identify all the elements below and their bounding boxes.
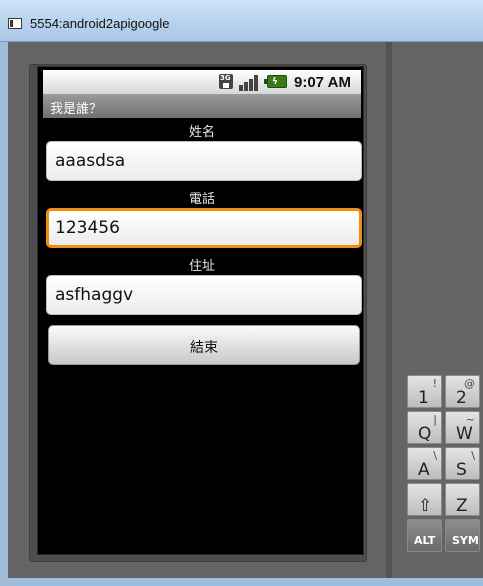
key-a-sublabel: \ (433, 449, 437, 462)
status-time: 9:07 AM (294, 74, 351, 91)
network-type-label: 3G (220, 74, 231, 82)
window-titlebar: 5554:android2apigoogle (0, 0, 483, 42)
window-frame-left (0, 42, 8, 586)
key-q-label: Q (418, 424, 432, 444)
key-s[interactable]: S \ (445, 447, 480, 480)
key-w-label: W (456, 424, 473, 444)
key-alt[interactable]: ALT (407, 519, 442, 552)
key-q-sublabel: | (433, 413, 437, 426)
emulator-divider (386, 42, 392, 578)
key-2-label: 2 (456, 388, 467, 408)
key-sym[interactable]: SYM (445, 519, 480, 552)
device-screen[interactable]: 3G ϟ 9:07 AM 我是誰？ 姓名 aaasdsa 電話 123456 住… (37, 66, 364, 555)
key-s-label: S (456, 460, 467, 480)
phone-input[interactable]: 123456 (46, 208, 362, 248)
window-icon (8, 18, 22, 29)
key-s-sublabel: \ (471, 449, 475, 462)
key-alt-label: ALT (414, 534, 436, 547)
data-activity-icon (223, 83, 229, 88)
key-z-label: Z (456, 496, 468, 516)
window-frame-bottom (0, 578, 483, 586)
network-3g-icon: 3G (219, 74, 233, 89)
key-2[interactable]: 2 @ (445, 375, 480, 408)
key-2-sublabel: @ (464, 377, 475, 390)
phone-label: 電話 (188, 192, 215, 207)
address-label: 住址 (188, 259, 215, 274)
signal-strength-icon (239, 73, 261, 91)
key-a-label: A (418, 460, 430, 480)
name-input[interactable]: aaasdsa (46, 141, 362, 181)
key-1-label: 1 (418, 388, 429, 408)
key-a[interactable]: A \ (407, 447, 442, 480)
status-bar: 3G ϟ 9:07 AM (43, 70, 361, 94)
key-1[interactable]: 1 ! (407, 375, 442, 408)
window-title: 5554:android2apigoogle (30, 16, 170, 31)
address-input[interactable]: asfhaggv (46, 275, 362, 315)
key-shift[interactable]: ⇧ (407, 483, 442, 516)
hardware-keyboard: 1 ! 2 @ Q | W ~ A \ S \ ⇧ Z ALT SYM (407, 375, 483, 555)
finish-button[interactable]: 結束 (48, 325, 360, 365)
key-sym-label: SYM (452, 534, 479, 547)
app-title-bar: 我是誰？ (43, 94, 361, 118)
name-label: 姓名 (188, 125, 215, 140)
emulator-body: 3G ϟ 9:07 AM 我是誰？ 姓名 aaasdsa 電話 123456 住… (8, 42, 483, 578)
app-title: 我是誰？ (50, 102, 103, 117)
shift-icon: ⇧ (418, 496, 433, 516)
key-q[interactable]: Q | (407, 411, 442, 444)
key-1-sublabel: ! (432, 377, 437, 390)
key-w-sublabel: ~ (465, 413, 475, 426)
battery-charging-icon: ϟ (264, 75, 287, 88)
key-w[interactable]: W ~ (445, 411, 480, 444)
key-z[interactable]: Z (445, 483, 480, 516)
